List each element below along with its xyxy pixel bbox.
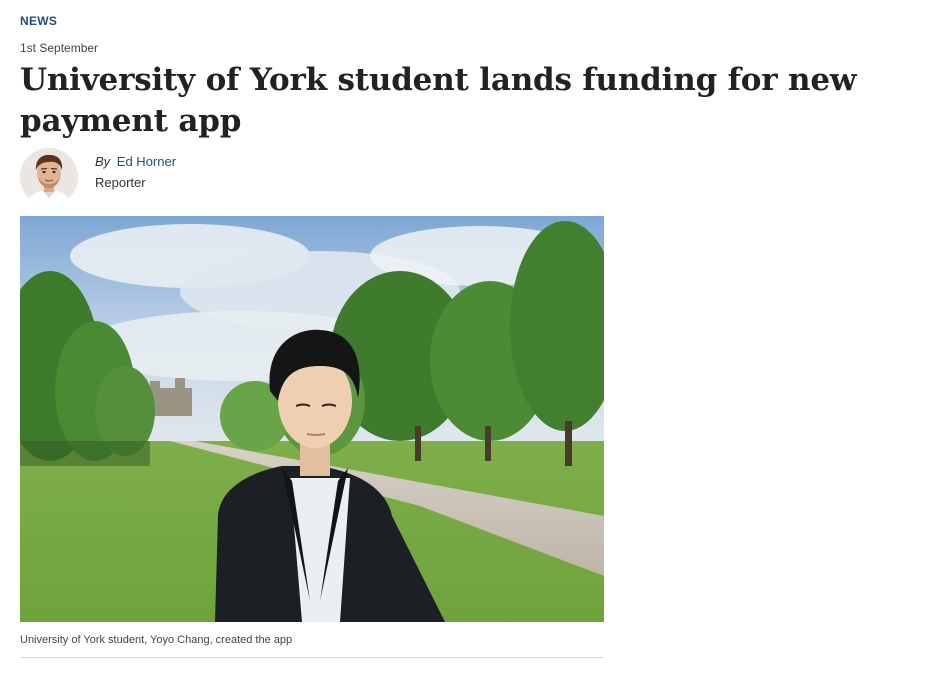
article-headline: University of York student lands funding…	[20, 62, 857, 139]
image-caption: University of York student, Yoyo Chang, …	[20, 634, 293, 646]
caption-divider	[20, 657, 604, 658]
publish-date: 1st September	[20, 41, 99, 55]
author-role: Reporter	[95, 175, 146, 190]
byline: By Ed Horner Reporter	[20, 148, 420, 206]
author-name-link[interactable]: Ed Horner	[117, 154, 176, 169]
article-photo-illustration	[20, 216, 604, 622]
author-portrait-illustration	[20, 148, 78, 206]
section-link-news[interactable]: NEWS	[20, 14, 57, 28]
article-photo	[20, 216, 604, 622]
author-line: By Ed Horner	[95, 154, 176, 169]
byline-prefix: By	[95, 154, 111, 169]
author-avatar[interactable]	[20, 148, 78, 206]
